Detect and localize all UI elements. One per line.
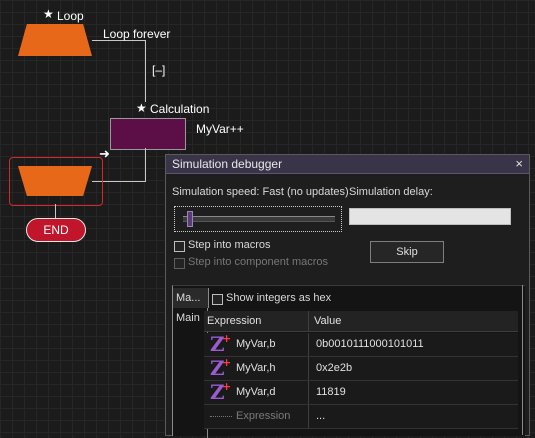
panel-right-border <box>522 285 523 435</box>
table-row[interactable]: Z + MyVar,h 0x2e2b <box>204 356 518 381</box>
wire-loop-vertical <box>145 40 146 102</box>
table-row[interactable]: Z + MyVar,d 11819 <box>204 380 518 405</box>
loop-start-block[interactable] <box>18 24 92 56</box>
step-into-macros-label: Step into macros <box>188 239 271 251</box>
end-terminal[interactable]: END <box>26 218 86 242</box>
watch-value: 0b0010111000101011 <box>316 338 424 350</box>
new-row-dotted-line <box>210 416 232 417</box>
watch-expression: MyVar,h <box>236 362 276 374</box>
tab-main[interactable]: Main <box>173 308 208 328</box>
calculation-block[interactable] <box>110 118 186 150</box>
simulation-debugger-window: Simulation debugger × Simulation speed: … <box>165 154 530 438</box>
simulation-speed-label: Simulation speed: Fast (no updates) <box>172 186 349 198</box>
loop-label: Loop <box>57 9 84 23</box>
slider-track <box>183 216 335 222</box>
loop-end-block[interactable] <box>18 166 92 196</box>
wire-calc-down <box>145 148 146 182</box>
show-integers-hex-checkbox[interactable] <box>212 294 223 305</box>
watch-value: 0x2e2b <box>316 362 353 374</box>
watch-expression: MyVar,b <box>236 338 276 350</box>
show-integers-hex-label: Show integers as hex <box>226 292 332 304</box>
variable-icon: Z + <box>210 332 232 356</box>
step-into-component-macros-checkbox <box>174 258 185 269</box>
table-row[interactable]: Z + MyVar,b 0b0010111000101011 <box>204 332 518 357</box>
wire-to-end <box>55 204 56 218</box>
step-into-macros-checkbox[interactable] <box>174 241 185 252</box>
collapse-toggle[interactable]: [–] <box>152 63 165 77</box>
value-column-header[interactable]: Value <box>314 310 341 332</box>
simulation-delay-field[interactable] <box>349 208 511 225</box>
simulation-delay-label: Simulation delay: <box>349 186 433 198</box>
expression-column-header[interactable]: Expression <box>207 310 261 332</box>
slider-thumb[interactable] <box>187 211 194 227</box>
debugger-title-bar[interactable]: Simulation debugger <box>166 155 529 174</box>
watch-value: 11819 <box>316 386 346 398</box>
calculation-star-icon: ★ <box>136 101 147 115</box>
simulation-speed-slider[interactable] <box>174 206 342 232</box>
step-into-component-macros-label: Step into component macros <box>188 256 329 268</box>
tab-macro[interactable]: Ma... <box>173 288 209 308</box>
watch-table-header: Expression Value <box>204 311 518 332</box>
skip-button[interactable]: Skip <box>370 241 444 263</box>
new-expression-placeholder[interactable]: Expression <box>236 405 290 427</box>
variable-icon: Z + <box>210 356 232 380</box>
new-expression-value: ... <box>316 410 326 422</box>
variable-icon: Z + <box>210 380 232 404</box>
new-expression-row[interactable]: Expression ... <box>204 405 518 429</box>
calculation-label: Calculation <box>150 102 210 116</box>
column-separator[interactable] <box>308 311 309 331</box>
debugger-title: Simulation debugger <box>172 157 283 171</box>
calculation-expression: MyVar++ <box>196 122 244 136</box>
watch-expression: MyVar,d <box>236 386 276 398</box>
loop-star-icon: ★ <box>43 7 54 21</box>
close-icon[interactable]: × <box>515 155 523 173</box>
loop-forever-label: Loop forever <box>103 27 171 41</box>
